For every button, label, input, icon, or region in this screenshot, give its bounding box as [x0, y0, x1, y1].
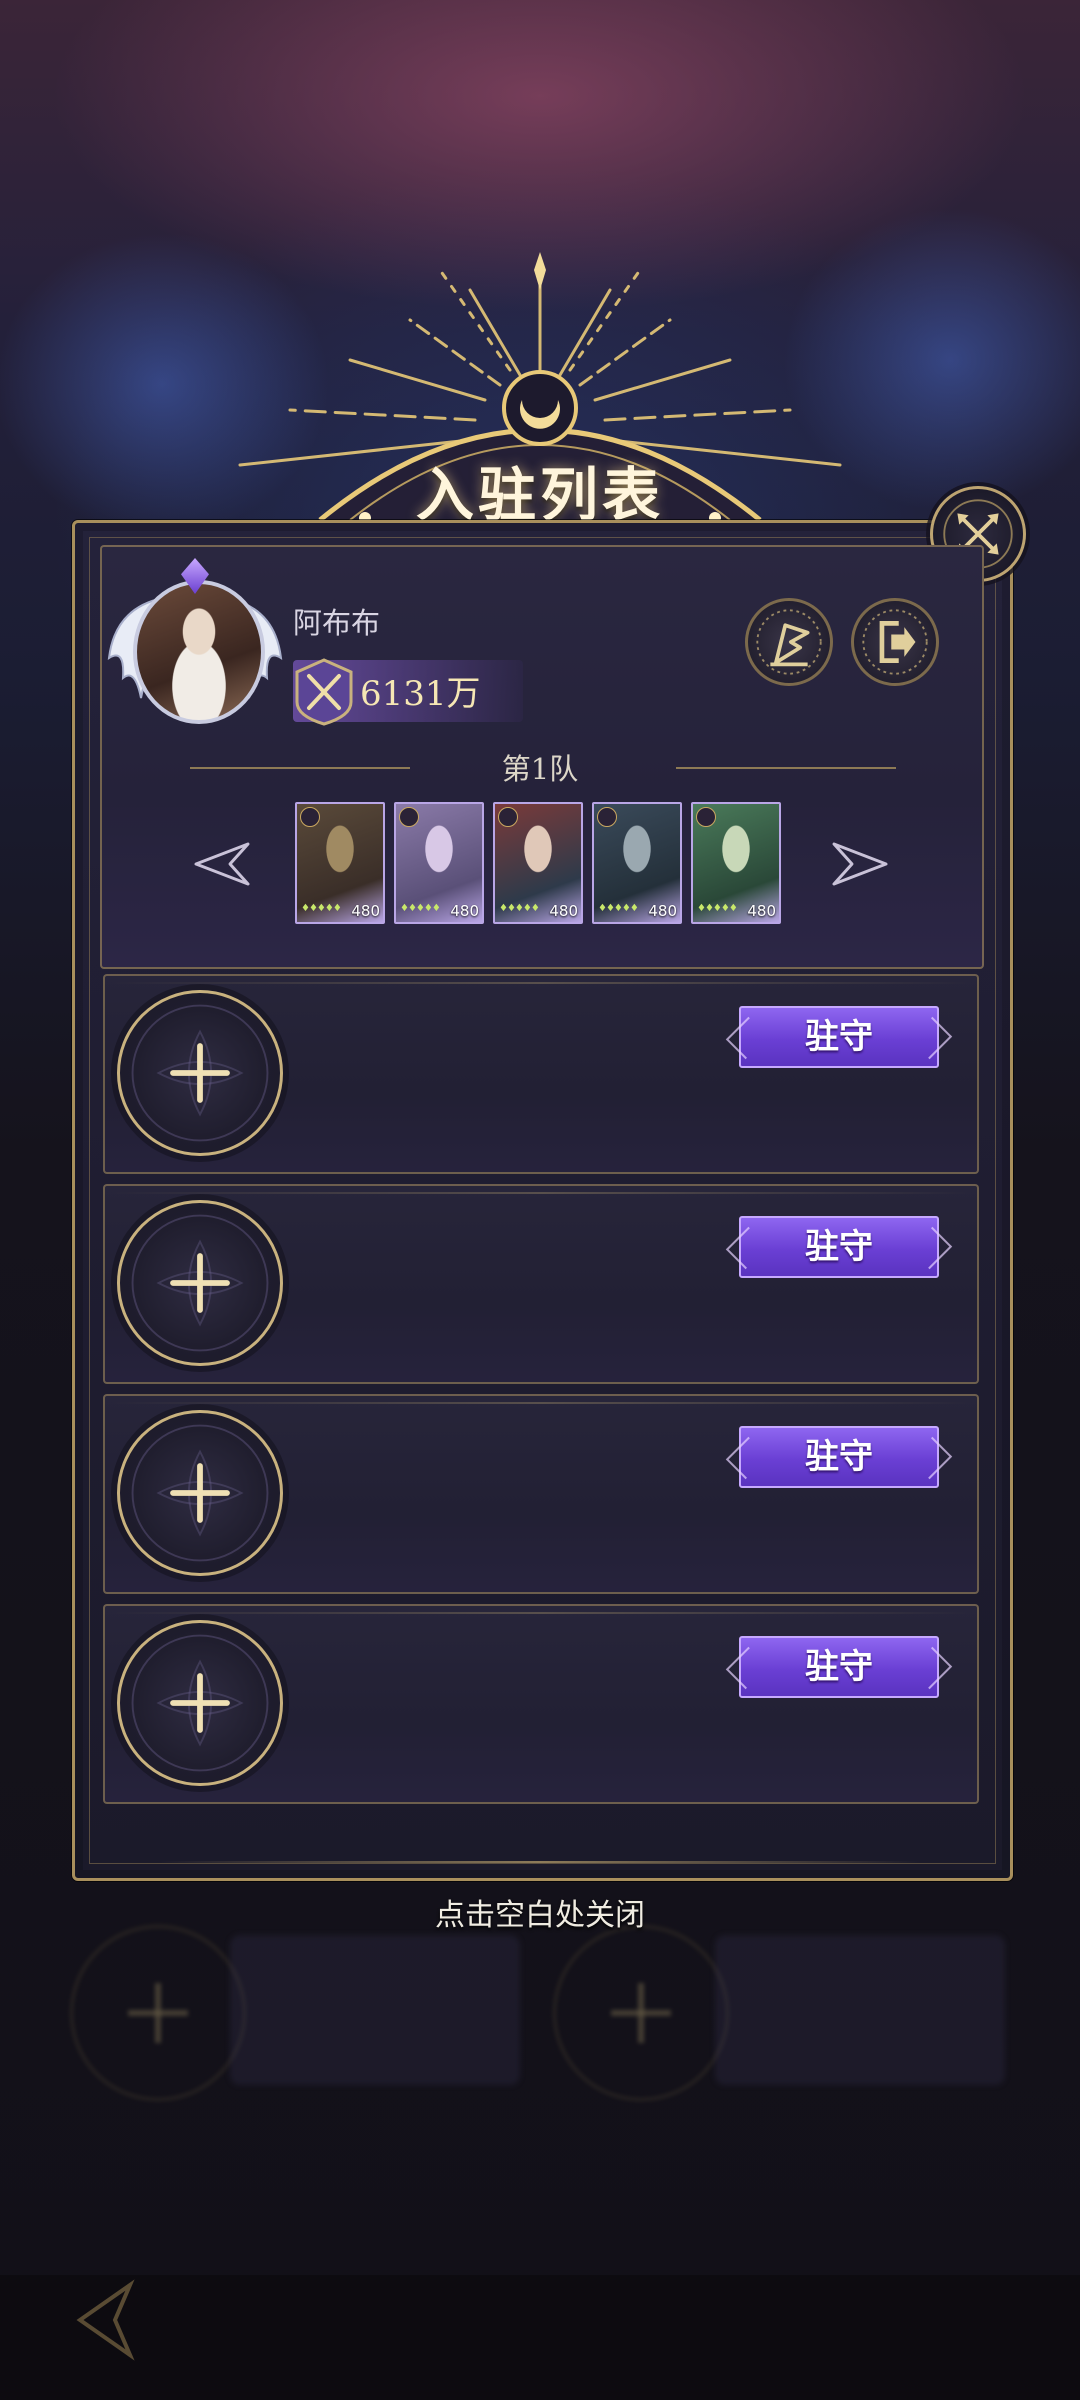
garrison-slot: 驻守	[103, 1604, 979, 1804]
arrow-right-icon[interactable]	[830, 836, 890, 892]
hero-card[interactable]: ♦♦♦♦♦ 480	[592, 802, 682, 924]
garrison-button[interactable]: 驻守	[739, 1426, 939, 1488]
add-hero-button[interactable]	[117, 1200, 283, 1366]
add-hero-button[interactable]	[117, 1410, 283, 1576]
background-blurred-card	[230, 1935, 520, 2085]
element-icon	[300, 807, 320, 827]
hero-level: 480	[747, 902, 776, 920]
background-blurred-card	[715, 1935, 1005, 2085]
exit-button[interactable]	[851, 598, 939, 686]
star-rating-icon: ♦♦♦♦♦	[301, 903, 342, 914]
player-avatar-frame[interactable]	[105, 558, 285, 738]
hero-level: 480	[549, 902, 578, 920]
garrison-button[interactable]: 驻守	[739, 1216, 939, 1278]
background-blurred-slot	[553, 1925, 729, 2101]
hero-level: 480	[648, 902, 677, 920]
player-name: 阿布布	[293, 606, 381, 640]
bottom-bar	[0, 2275, 1080, 2400]
team-label: 第1队	[501, 752, 579, 786]
element-icon	[696, 807, 716, 827]
panel-divider	[160, 1861, 920, 1863]
avatar	[133, 580, 265, 724]
exit-icon	[862, 609, 928, 675]
add-hero-button[interactable]	[117, 990, 283, 1156]
element-icon	[498, 807, 518, 827]
star-rating-icon: ♦♦♦♦♦	[598, 903, 639, 914]
team-label-divider-right	[676, 767, 896, 769]
star-rating-icon: ♦♦♦♦♦	[499, 903, 540, 914]
close-hint: 点击空白处关闭	[435, 1898, 645, 1933]
plus-icon	[131, 1424, 269, 1562]
flag-button[interactable]	[745, 598, 833, 686]
garrison-button[interactable]: 驻守	[739, 1006, 939, 1068]
background-blurred-slot	[70, 1925, 246, 2101]
star-rating-icon: ♦♦♦♦♦	[400, 903, 441, 914]
plus-icon	[131, 1004, 269, 1142]
hero-level: 480	[450, 902, 479, 920]
hero-card[interactable]: ♦♦♦♦♦ 480	[394, 802, 484, 924]
flag-icon	[756, 609, 822, 675]
garrison-button[interactable]: 驻守	[739, 1636, 939, 1698]
garrison-slot: 驻守	[103, 1394, 979, 1594]
hero-card[interactable]: ♦♦♦♦♦ 480	[691, 802, 781, 924]
element-icon	[597, 807, 617, 827]
star-rating-icon: ♦♦♦♦♦	[697, 903, 738, 914]
crossed-swords-icon	[295, 658, 353, 726]
plus-icon	[131, 1634, 269, 1772]
hero-card[interactable]: ♦♦♦♦♦ 480	[493, 802, 583, 924]
power-value: 6131万	[360, 674, 481, 714]
hero-card[interactable]: ♦♦♦♦♦ 480	[295, 802, 385, 924]
hero-level: 480	[351, 902, 380, 920]
add-hero-button[interactable]	[117, 1620, 283, 1786]
garrison-slot: 驻守	[103, 974, 979, 1174]
element-icon	[399, 807, 419, 827]
arrow-left-icon[interactable]	[192, 836, 252, 892]
dialog-header: 入驻列表	[200, 250, 880, 530]
back-arrow-icon	[76, 2279, 135, 2361]
plus-icon	[131, 1214, 269, 1352]
garrison-slot: 驻守	[103, 1184, 979, 1384]
